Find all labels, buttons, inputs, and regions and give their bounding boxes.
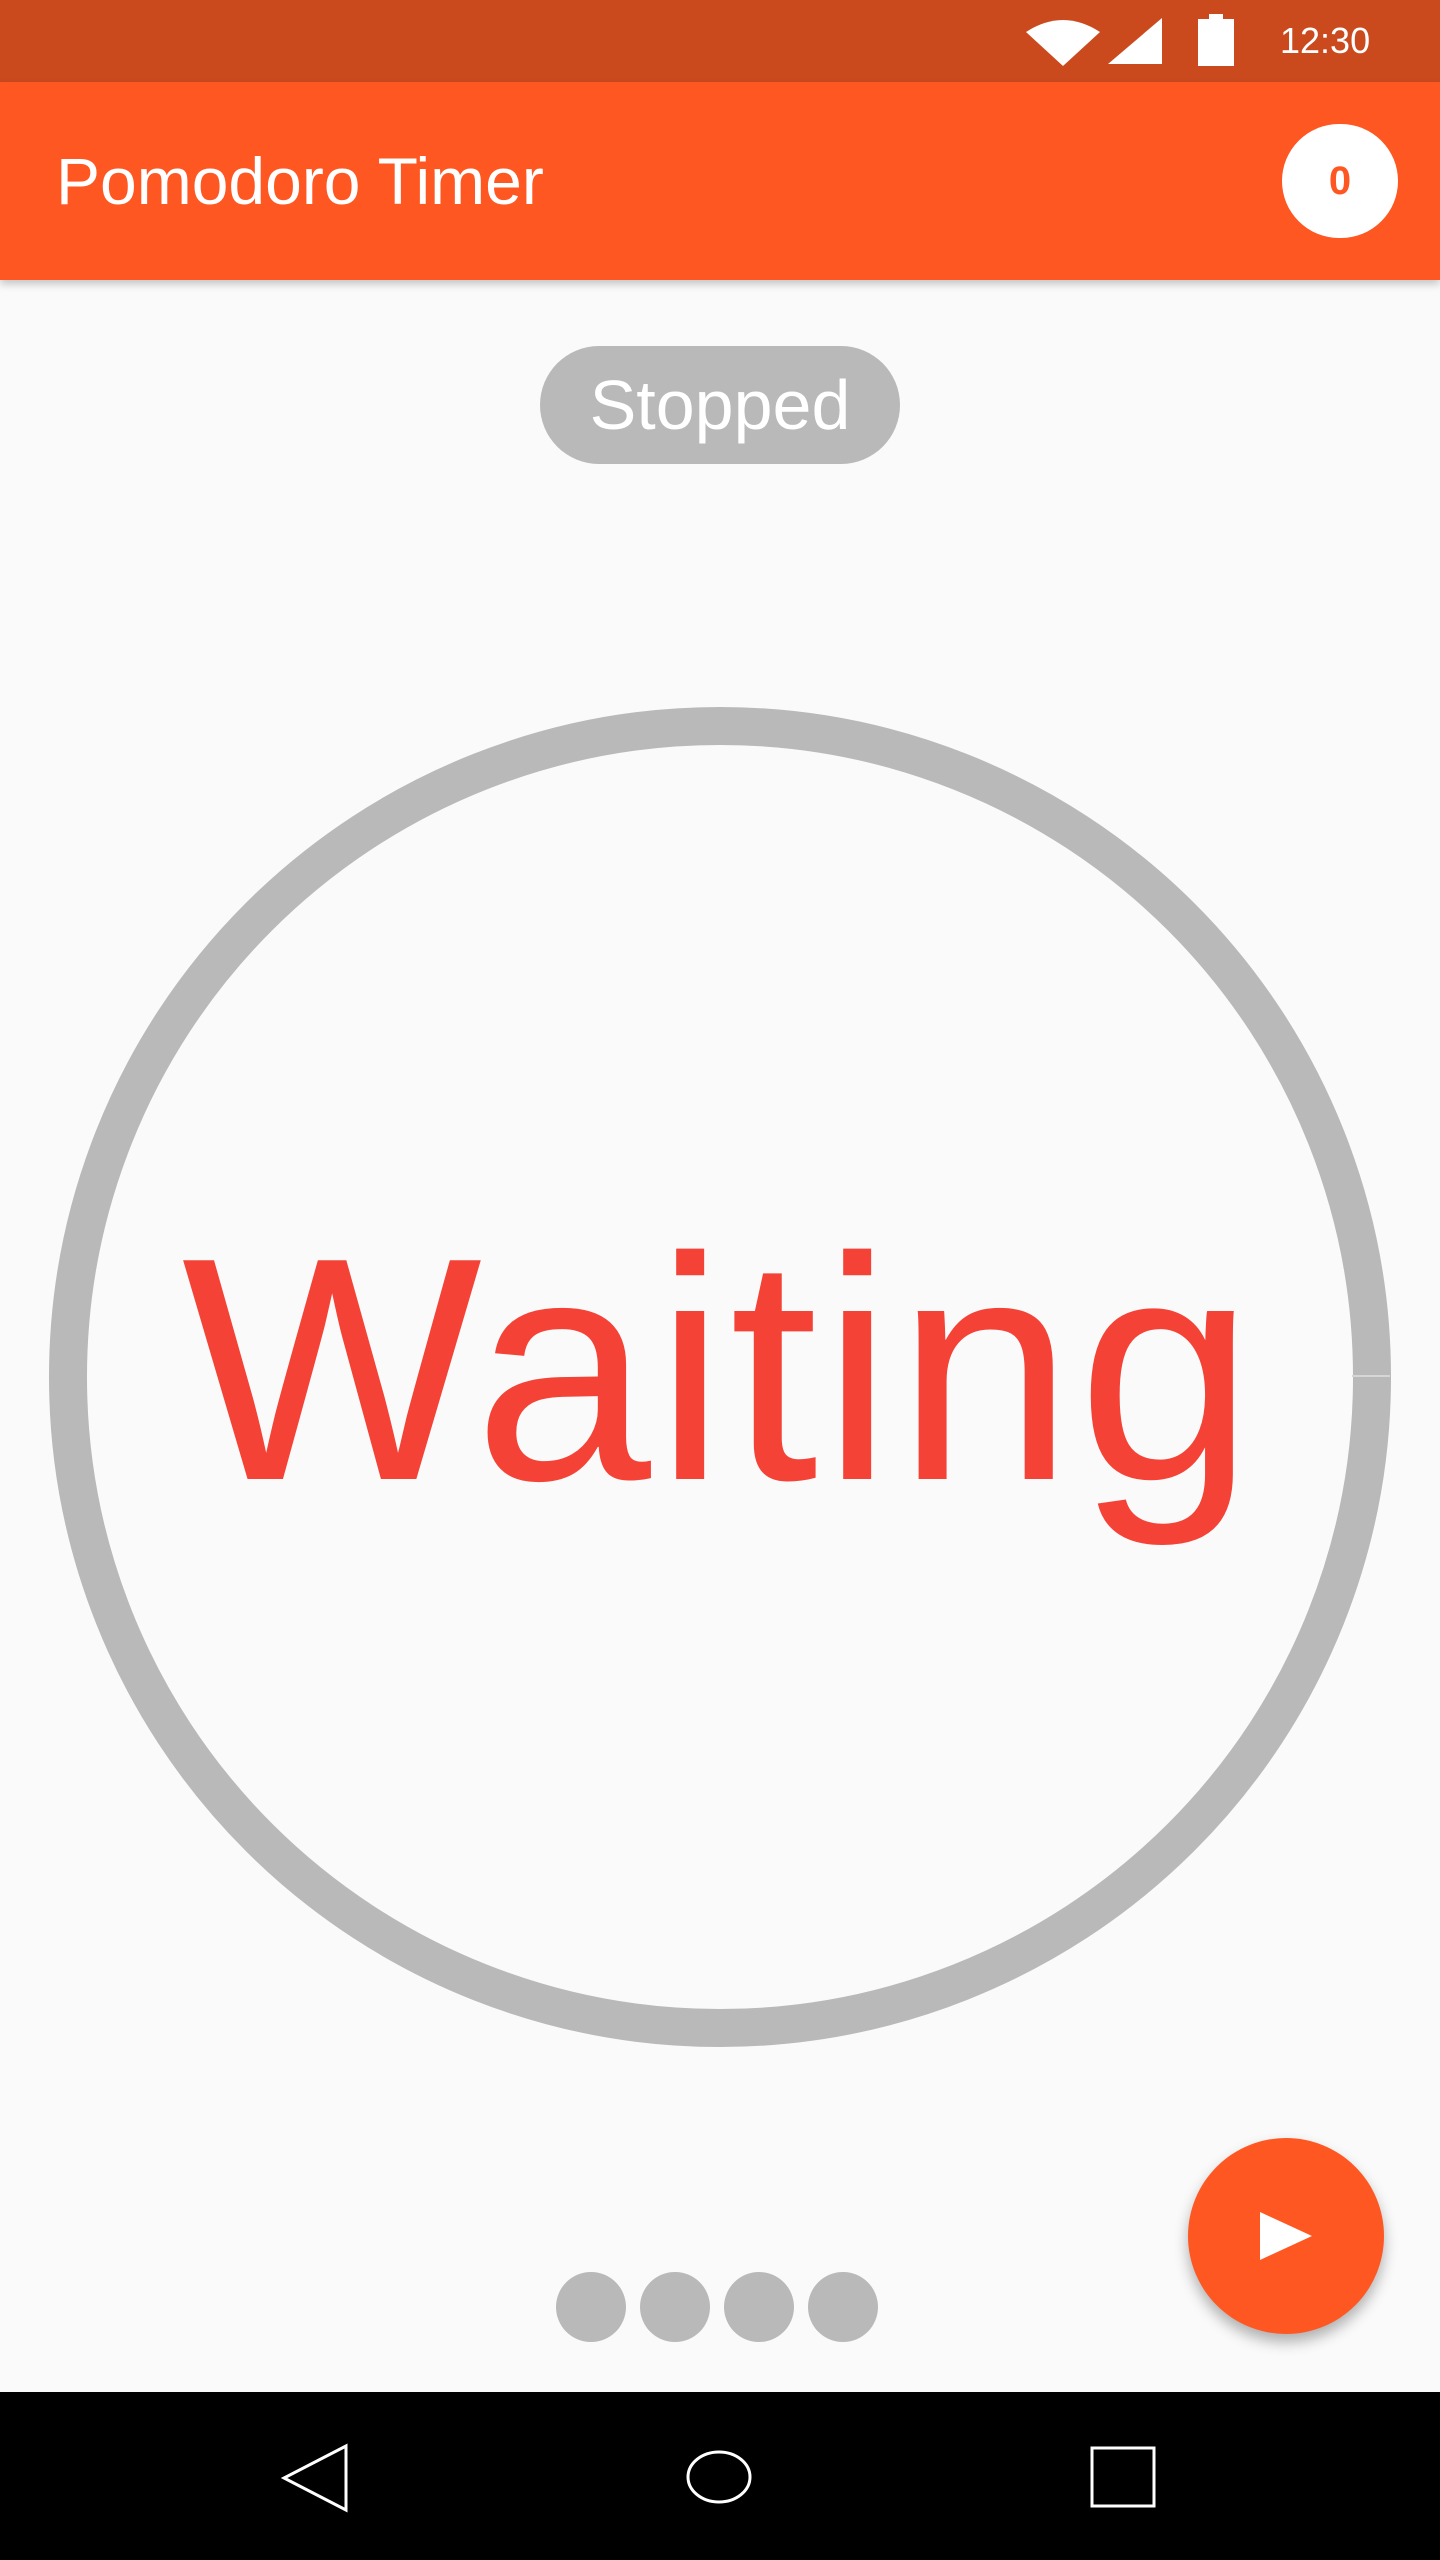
pomodoro-counter-badge[interactable]: 0: [1282, 124, 1398, 238]
page-dot-2[interactable]: [640, 2272, 710, 2342]
recents-icon[interactable]: [1088, 2442, 1158, 2512]
wifi-icon: [1026, 20, 1100, 66]
status-bar: 12:30: [0, 0, 1440, 82]
timer-display-text: Waiting: [181, 1192, 1259, 1547]
page-dot-3[interactable]: [724, 2272, 794, 2342]
cell-signal-icon: [1108, 18, 1162, 64]
home-icon[interactable]: [684, 2442, 754, 2512]
app-bar: Pomodoro Timer 0: [0, 82, 1440, 280]
page-indicator: [556, 2272, 886, 2346]
play-icon: [1260, 2212, 1312, 2260]
app-screen: 12:30 Pomodoro Timer 0 Stopped Waiting: [0, 0, 1440, 2560]
start-timer-button[interactable]: [1188, 2138, 1384, 2334]
back-icon[interactable]: [280, 2442, 350, 2514]
page-dot-4[interactable]: [808, 2272, 878, 2342]
battery-icon: [1198, 14, 1234, 66]
timer-state-pill: Stopped: [540, 346, 900, 464]
system-nav-bar: [0, 2392, 1440, 2560]
app-title: Pomodoro Timer: [56, 144, 544, 218]
page-dot-1[interactable]: [556, 2272, 626, 2342]
status-time: 12:30: [1280, 20, 1371, 61]
